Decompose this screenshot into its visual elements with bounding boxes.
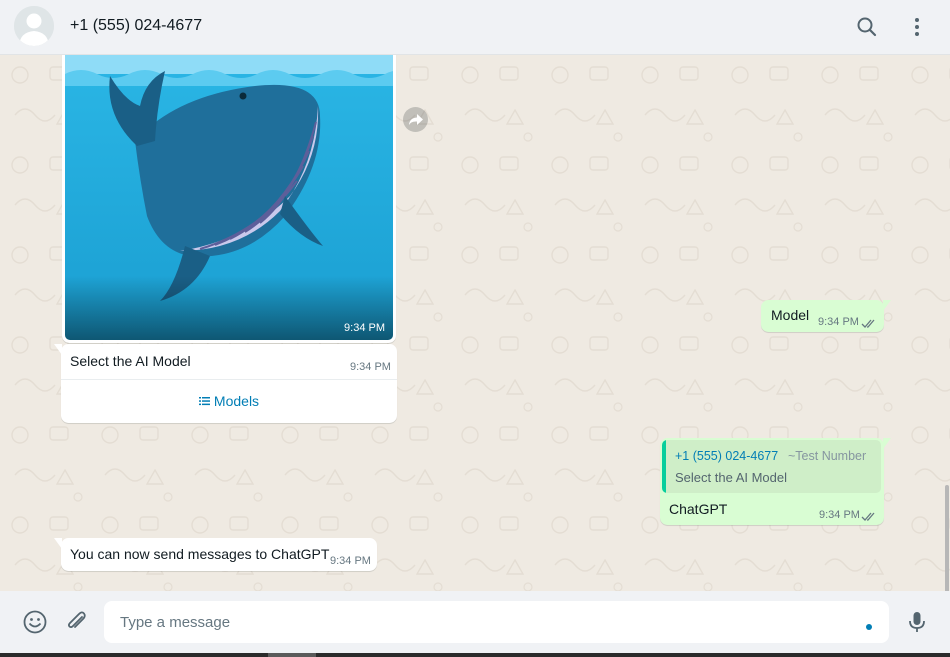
message-text: Model bbox=[771, 307, 810, 323]
quote-bar bbox=[662, 440, 666, 493]
message-input[interactable] bbox=[104, 601, 889, 643]
image-message[interactable]: 9:34 PM bbox=[62, 55, 396, 343]
emoji-icon[interactable] bbox=[22, 609, 48, 635]
message-text: Select the AI Model bbox=[70, 353, 191, 369]
reply-message[interactable]: +1 (555) 024-4677 ~Test Number Select th… bbox=[660, 438, 891, 525]
incoming-message[interactable]: You can now send messages to ChatGPT 9:3… bbox=[54, 538, 377, 571]
quoted-pushname: ~Test Number bbox=[788, 449, 867, 463]
bubble-tail-icon bbox=[54, 538, 62, 549]
whale-image[interactable]: 9:34 PM bbox=[65, 55, 393, 340]
quoted-text: Select the AI Model bbox=[675, 470, 788, 485]
message-text: You can now send messages to ChatGPT bbox=[70, 546, 330, 562]
bubble-tail-icon bbox=[883, 438, 891, 449]
message-time: 9:34 PM bbox=[819, 509, 860, 521]
list-message[interactable]: Select the AI Model 9:34 PM Models bbox=[54, 344, 397, 423]
bottom-strip bbox=[0, 653, 950, 657]
message-text: ChatGPT bbox=[669, 501, 728, 517]
attach-icon[interactable] bbox=[63, 609, 89, 635]
quoted-message[interactable]: +1 (555) 024-4677 ~Test Number Select th… bbox=[662, 440, 881, 493]
search-icon[interactable] bbox=[855, 15, 879, 39]
list-button-label: Models bbox=[213, 393, 260, 409]
menu-dots-icon[interactable] bbox=[905, 15, 929, 39]
message-time: 9:34 PM bbox=[330, 555, 371, 567]
scrollbar[interactable] bbox=[945, 485, 949, 591]
avatar-placeholder-icon bbox=[14, 6, 54, 46]
chat-panel[interactable]: 9:34 PM Model 9:34 PM Select the AI Mode… bbox=[0, 55, 950, 591]
message-time: 9:34 PM bbox=[818, 316, 859, 328]
whale-illustration-icon bbox=[65, 55, 393, 340]
message-time: 9:34 PM bbox=[344, 322, 385, 334]
chat-header: +1 (555) 024-4677 bbox=[0, 0, 950, 55]
typing-dot bbox=[866, 624, 872, 630]
quoted-sender: +1 (555) 024-4677 bbox=[675, 449, 779, 463]
composer bbox=[0, 591, 950, 653]
read-ticks-icon bbox=[861, 316, 877, 332]
list-button[interactable]: Models bbox=[61, 380, 397, 423]
avatar[interactable] bbox=[14, 6, 54, 46]
list-icon bbox=[198, 397, 210, 406]
mic-icon[interactable] bbox=[904, 609, 930, 635]
outgoing-message[interactable]: Model 9:34 PM bbox=[761, 300, 891, 332]
contact-name[interactable]: +1 (555) 024-4677 bbox=[70, 17, 202, 35]
bubble-tail-icon bbox=[54, 344, 62, 355]
bubble-tail-icon bbox=[883, 300, 891, 311]
forward-icon[interactable] bbox=[403, 107, 428, 132]
read-ticks-icon bbox=[861, 509, 877, 525]
message-time: 9:34 PM bbox=[350, 361, 391, 373]
bottom-strip-segment bbox=[268, 653, 316, 657]
